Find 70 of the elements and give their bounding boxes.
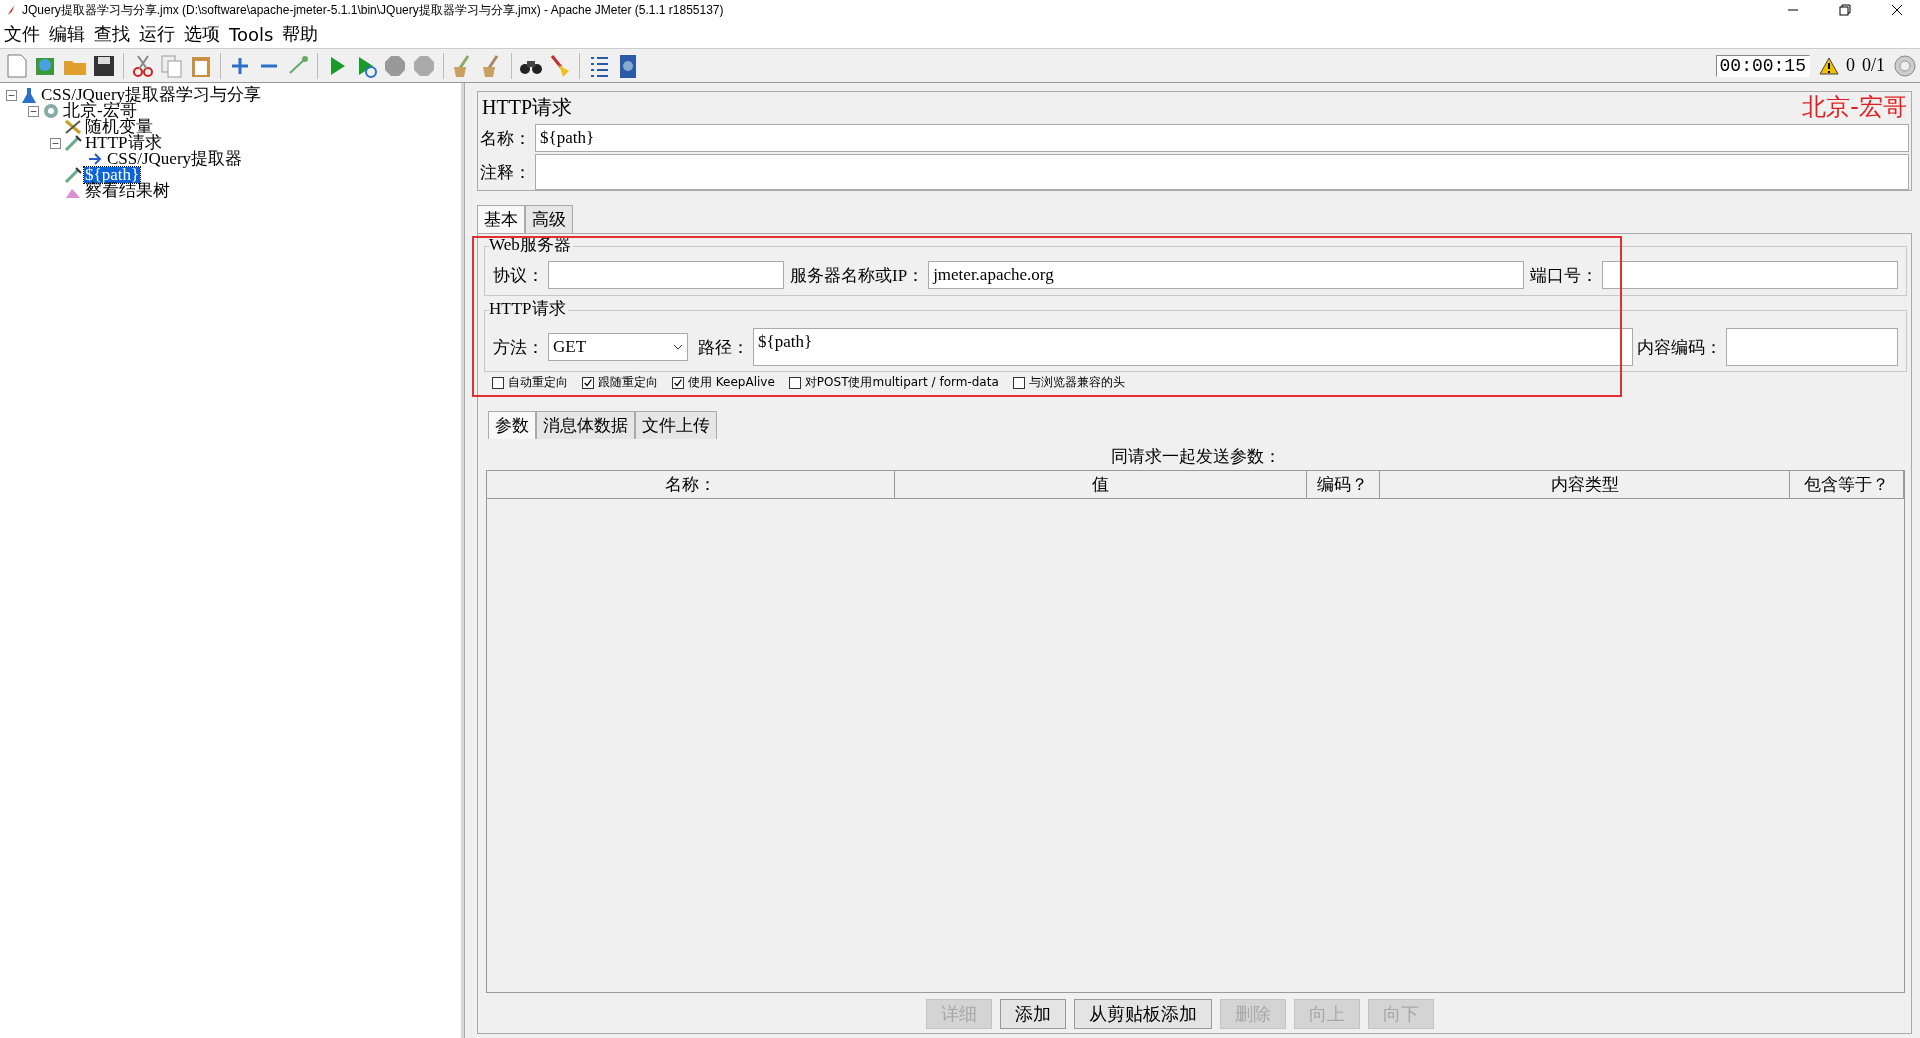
comment-field[interactable]	[535, 154, 1909, 190]
gear-icon	[42, 103, 60, 119]
tree-item[interactable]: 北京-宏哥	[62, 103, 138, 119]
field-label: 方法：	[493, 336, 544, 359]
menu-item[interactable]: 编辑	[49, 22, 85, 46]
method-dropdown[interactable]: GET	[548, 333, 688, 361]
menu-item[interactable]: 选项	[184, 22, 220, 46]
field-label: 名称：	[480, 127, 531, 150]
wrench-icon	[64, 119, 82, 135]
menu-item[interactable]: 帮助	[282, 22, 319, 46]
running-indicator-icon	[1894, 54, 1916, 77]
checkbox-label: 对POST使用multipart / form-data	[804, 374, 999, 391]
tree-item[interactable]: 察看结果树	[84, 183, 171, 199]
checkbox[interactable]	[1012, 376, 1025, 389]
checkbox[interactable]	[788, 376, 801, 389]
checkbox-label: 跟随重定向	[598, 374, 658, 391]
menu-item[interactable]: 查找	[94, 22, 130, 46]
server-field[interactable]: jmeter.apache.org	[928, 261, 1525, 289]
tab[interactable]: 高级	[525, 205, 573, 233]
tree-item[interactable]: 随机变量	[84, 119, 154, 135]
table-caption: 同请求一起发送参数：	[1109, 446, 1282, 468]
action-button[interactable]: 添加	[1000, 999, 1066, 1029]
pipette-icon	[64, 167, 82, 183]
tab[interactable]: 消息体数据	[536, 411, 635, 439]
tab[interactable]: 基本	[477, 205, 525, 233]
window-title: JQuery提取器学习与分享.jmx (D:\software\apache-jmeter-5.1.1\bin\JQuery提取器学习与分享.jmx) - Apache JMeter (5.1.1 r1855137)	[22, 1, 725, 19]
tree-item[interactable]: ${path}	[84, 167, 141, 183]
tab[interactable]: 文件上传	[635, 411, 717, 439]
flask-icon	[20, 87, 38, 103]
field-label: 内容编码：	[1637, 336, 1722, 359]
port-field[interactable]	[1602, 261, 1898, 289]
thread-count: 0/1	[1862, 55, 1885, 76]
annotation-text: 北京-宏哥	[1802, 92, 1907, 123]
field-label: 协议：	[493, 264, 544, 287]
tree-item[interactable]: HTTP请求	[84, 135, 163, 151]
warning-count: 0	[1846, 55, 1855, 76]
collapse-toggle[interactable]	[6, 89, 17, 101]
menu-item[interactable]: Tools	[229, 23, 274, 45]
restore-icon[interactable]	[1839, 4, 1851, 16]
checkbox[interactable]	[672, 376, 684, 389]
warning-icon[interactable]	[1819, 56, 1839, 75]
field-label: 服务器名称或IP：	[790, 264, 925, 287]
field-label: 路径：	[698, 336, 749, 359]
name-field[interactable]: ${path}	[535, 124, 1909, 152]
collapse-toggle[interactable]	[28, 105, 39, 117]
field-label: 端口号：	[1530, 264, 1599, 287]
protocol-field[interactable]	[548, 261, 784, 289]
feather-icon	[6, 3, 16, 17]
encoding-field[interactable]	[1726, 328, 1898, 366]
checkbox[interactable]	[582, 376, 594, 389]
tree-item[interactable]: CSS/JQuery提取器	[106, 151, 244, 167]
checkbox[interactable]	[492, 376, 504, 389]
field-label: 注释：	[480, 161, 531, 184]
path-field[interactable]: ${path}	[753, 328, 1633, 366]
checkbox-label: 自动重定向	[508, 374, 568, 391]
checkbox-label: 与浏览器兼容的头	[1028, 374, 1125, 391]
tab[interactable]: 参数	[488, 411, 536, 439]
tree-item[interactable]: CSS/JQuery提取器学习与分享	[40, 87, 263, 103]
group-title: HTTP请求	[489, 300, 568, 318]
menu-item[interactable]: 文件	[4, 22, 40, 46]
elapsed-time: 00:00:15	[1715, 54, 1810, 77]
checkbox-label: 使用 KeepAlive	[688, 374, 775, 391]
action-button[interactable]: 从剪贴板添加	[1074, 999, 1212, 1029]
pipette-icon	[64, 135, 82, 151]
close-icon[interactable]	[1891, 4, 1903, 16]
menu-item[interactable]: 运行	[139, 22, 175, 46]
panel-title: HTTP请求	[482, 94, 572, 120]
collapse-toggle[interactable]	[50, 137, 61, 149]
arrow-icon	[86, 151, 104, 167]
caret-icon	[673, 344, 683, 350]
